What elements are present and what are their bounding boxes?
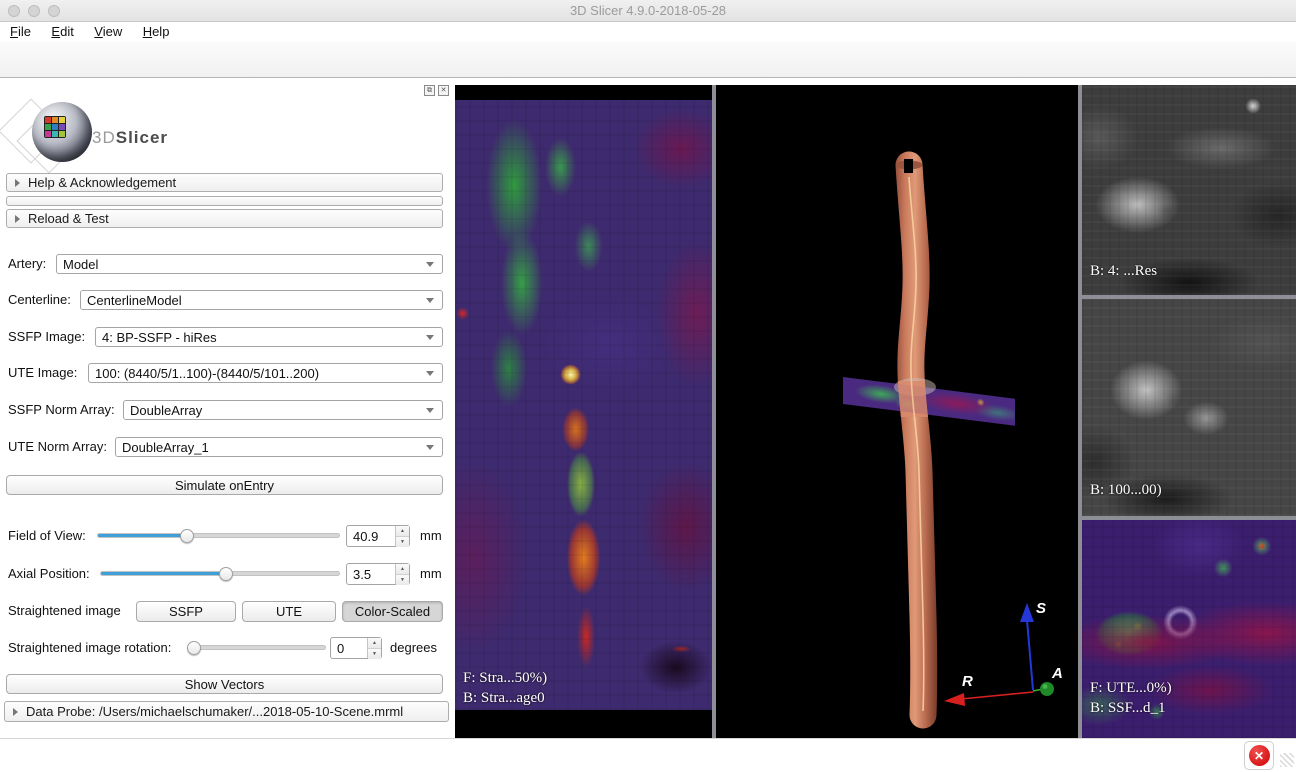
view-corner-annotation: B: 100...00) [1090,480,1162,500]
field-of-view-slider[interactable] [97,533,340,538]
ssfp-norm-selector[interactable]: DoubleArray [123,400,443,420]
slicer-logo: 3DSlicer [6,96,186,172]
view-corner-annotation: F: Stra...50%) B: Stra...age0 [463,668,547,708]
ssfp-norm-selector-row: SSFP Norm Array: DoubleArray [0,400,455,420]
resize-grip[interactable] [1280,753,1294,767]
artery-selector[interactable]: Model [56,254,443,274]
centerline-label: Centerline: [8,292,71,307]
collapse-arrow-icon [13,708,18,716]
ute-image-selector[interactable]: 100: (8440/5/1..100)-(8440/5/101..200) [88,363,443,383]
menu-help[interactable]: Help [143,24,170,39]
centerline-selector[interactable]: CenterlineModel [80,290,443,310]
field-of-view-spinbox[interactable]: 40.9 ▲▼ [346,525,410,547]
ute-image-label: UTE Image: [8,365,77,380]
slider-handle[interactable] [187,641,201,655]
error-log-button[interactable]: ✕ [1244,741,1274,770]
axial-position-unit: mm [420,566,442,581]
menu-file[interactable]: File [10,24,31,39]
menu-bar: File Edit View Help [0,22,1296,42]
straightened-image-view[interactable]: F: Stra...50%) B: Stra...age0 [455,85,712,738]
spin-arrows-icon[interactable]: ▲▼ [367,638,381,658]
rotation-slider[interactable] [188,645,326,650]
slice-view-yellow[interactable]: B: 100...00) [1082,299,1296,516]
title-bar: 3D Slicer 4.9.0-2018-05-28 [0,0,1296,22]
view-layout: F: Stra...50%) B: Stra...age0 [455,85,1296,738]
collapse-arrow-icon [15,179,20,187]
chevron-down-icon [426,298,434,303]
view-corner-annotation: F: UTE...0%) B: SSF...d_1 [1090,678,1172,718]
artery-selector-row: Artery: Model [0,254,455,274]
chevron-down-icon [426,408,434,413]
field-of-view-unit: mm [420,528,442,543]
ssfp-image-selector-row: SSFP Image: 4: BP-SSFP - hiRes [0,327,455,347]
chevron-down-icon [426,262,434,267]
straightened-image-label: Straightened image [8,603,121,618]
status-bar: ✕ [0,738,1296,772]
threed-view[interactable]: S R A [716,85,1078,738]
view-corner-annotation: B: 4: ...Res [1090,261,1157,281]
rotation-spinbox[interactable]: 0 ▲▼ [330,637,382,659]
spin-arrows-icon[interactable]: ▲▼ [395,564,409,584]
ssfp-image-selector[interactable]: 4: BP-SSFP - hiRes [95,327,443,347]
chevron-down-icon [426,445,434,450]
ute-norm-selector-row: UTE Norm Array: DoubleArray_1 [0,437,455,457]
axis-label-r: R [962,673,973,690]
close-panel-icon[interactable]: ✕ [438,85,449,96]
window-title: 3D Slicer 4.9.0-2018-05-28 [0,3,1296,18]
orientation-axes [716,85,1078,738]
simulate-onentry-button[interactable]: Simulate onEntry [6,475,443,495]
centerline-selector-row: Centerline: CenterlineModel [0,290,455,310]
chevron-down-icon [426,371,434,376]
spin-arrows-icon[interactable]: ▲▼ [395,526,409,546]
rotation-unit: degrees [390,640,437,655]
slider-handle[interactable] [180,529,194,543]
show-vectors-button[interactable]: Show Vectors [6,674,443,694]
data-probe-collapsible[interactable]: Data Probe: /Users/michaelschumaker/...2… [4,701,449,722]
axial-position-slider[interactable] [100,571,340,576]
color-scaled-button[interactable]: Color-Scaled [342,601,443,622]
slice-view-red[interactable]: B: 4: ...Res [1082,85,1296,295]
ssfp-button[interactable]: SSFP [136,601,236,622]
module-panel: ⧉ ✕ 3DSlicer Help & Acknowledgement Relo… [0,78,455,738]
reload-test-collapsible[interactable]: Reload & Test [6,209,443,228]
axial-position-label: Axial Position: [8,566,90,581]
slice-view-green[interactable]: F: UTE...0%) B: SSF...d_1 [1082,520,1296,738]
help-acknowledgement-collapsible[interactable]: Help & Acknowledgement [6,173,443,192]
chevron-down-icon [426,335,434,340]
undock-panel-icon[interactable]: ⧉ [424,85,435,96]
collapse-arrow-icon [15,215,20,223]
slicer-window: 3D Slicer 4.9.0-2018-05-28 File Edit Vie… [0,0,1296,772]
axis-label-s: S [1036,600,1046,617]
color-scaled-image [455,100,712,710]
ssfp-image-label: SSFP Image: [8,329,85,344]
ute-norm-label: UTE Norm Array: [8,439,107,454]
logo-text: 3DSlicer [92,128,168,148]
error-close-icon: ✕ [1249,745,1270,766]
logo-color-grid [44,116,66,138]
axis-label-a: A [1052,665,1063,682]
field-of-view-label: Field of View: [8,528,86,543]
ute-image-selector-row: UTE Image: 100: (8440/5/1..100)-(8440/5/… [0,363,455,383]
ssfp-norm-label: SSFP Norm Array: [8,402,115,417]
ute-button[interactable]: UTE [242,601,336,622]
menu-view[interactable]: View [94,24,122,39]
artery-label: Artery: [8,256,46,271]
slider-handle[interactable] [219,567,233,581]
menu-edit[interactable]: Edit [51,24,73,39]
rotation-label: Straightened image rotation: [8,640,171,655]
ute-norm-selector[interactable]: DoubleArray_1 [115,437,443,457]
slice-view-column: B: 4: ...Res B: 100...00) F: UTE...0%) B… [1082,85,1296,738]
main-toolbar: ▲ DATA ▼▲ DCM ▼ SAVE Modules: Navigation… [0,42,1296,78]
empty-collapsed-frame [6,196,443,206]
axial-position-spinbox[interactable]: 3.5 ▲▼ [346,563,410,585]
